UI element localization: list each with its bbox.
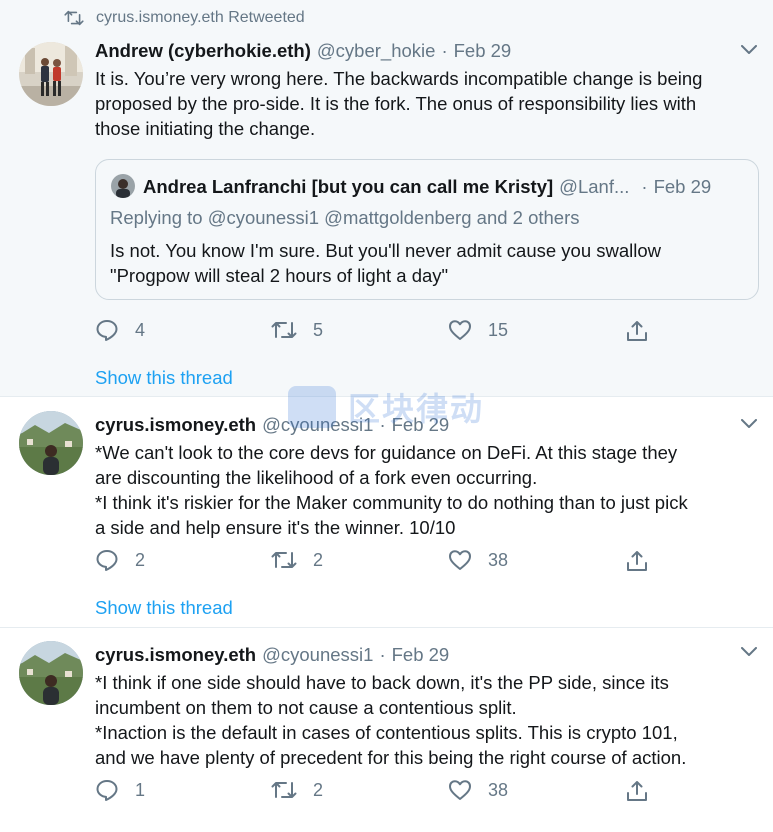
share-button[interactable]	[625, 319, 665, 343]
separator-dot: ·	[641, 176, 648, 197]
author-handle[interactable]: @cyber_hokie	[317, 40, 436, 62]
retweet-icon	[271, 782, 297, 798]
tweet-date[interactable]: Feb 29	[454, 40, 512, 62]
like-icon	[449, 550, 471, 570]
retweet-count: 2	[313, 779, 324, 800]
tweet-actions: 4 5 15	[95, 319, 665, 349]
caret-down-icon[interactable]	[741, 45, 757, 55]
reply-count: 2	[135, 549, 146, 570]
quoted-tweet[interactable]: Andrea Lanfranchi [but you can call me K…	[95, 159, 759, 300]
quoted-author-handle[interactable]: @Lanf...	[559, 176, 629, 198]
tweet-actions: 2 2 38	[95, 549, 665, 579]
tweet-text-line: proposed by the pro-side. It is the fork…	[95, 93, 697, 114]
tweet-text: *We can't look to the core devs for guid…	[95, 440, 757, 540]
like-count: 38	[488, 779, 509, 800]
like-icon	[449, 320, 471, 340]
show-thread-link[interactable]: Show this thread	[95, 597, 233, 619]
tweet-1[interactable]: cyrus.ismoney.eth Retweeted Andrew (cybe…	[0, 0, 773, 396]
quoted-author-name[interactable]: Andrea Lanfranchi [but you can call me K…	[143, 176, 553, 198]
share-button[interactable]	[625, 779, 665, 803]
author-handle[interactable]: @cyounessi1	[262, 414, 373, 436]
tweet-header: cyrus.ismoney.eth @cyounessi1 · Feb 29	[95, 414, 449, 436]
tweet-text: It is. You’re very wrong here. The backw…	[95, 66, 757, 141]
tweet-2[interactable]: cyrus.ismoney.eth @cyounessi1 · Feb 29 *…	[0, 396, 773, 627]
tweet-actions: 1 2 38	[95, 779, 665, 809]
reply-icon	[96, 550, 118, 571]
retweet-button[interactable]: 5	[271, 319, 323, 341]
share-button[interactable]	[625, 549, 665, 573]
quoted-header: Andrea Lanfranchi [but you can call me K…	[143, 176, 711, 198]
like-button[interactable]: 38	[448, 779, 508, 801]
quoted-avatar[interactable]	[111, 174, 135, 198]
avatar[interactable]	[19, 641, 83, 705]
like-count: 15	[488, 319, 509, 340]
like-count: 38	[488, 549, 509, 570]
separator-dot: ·	[441, 40, 448, 61]
tweet-3[interactable]: cyrus.ismoney.eth @cyounessi1 · Feb 29 *…	[0, 627, 773, 832]
tweet-text-line: *We can't look to the core devs for guid…	[95, 442, 678, 463]
avatar[interactable]	[19, 411, 83, 475]
tweet-text-line: those initiating the change.	[95, 118, 316, 139]
reply-icon	[96, 780, 118, 801]
quoted-date[interactable]: Feb 29	[654, 176, 712, 198]
avatar[interactable]	[19, 42, 83, 106]
caret-down-icon[interactable]	[741, 647, 757, 657]
tweet-text-line: and we have plenty of precedent for this…	[95, 747, 687, 768]
like-icon	[449, 780, 471, 800]
retweet-icon	[271, 322, 297, 338]
quoted-text: Is not. You know I'm sure. But you'll ne…	[110, 238, 740, 288]
tweet-text-line: *I think if one side should have to back…	[95, 672, 669, 693]
retweet-button[interactable]: 2	[271, 549, 323, 571]
quoted-text-line: Is not. You know I'm sure. But you'll ne…	[110, 240, 662, 261]
quoted-text-line: "Progpow will steal 2 hours of light a d…	[110, 265, 449, 286]
author-handle[interactable]: @cyounessi1	[262, 644, 373, 666]
share-icon	[627, 321, 647, 341]
reply-button[interactable]: 4	[95, 319, 145, 341]
reply-count: 1	[135, 779, 146, 800]
retweet-button[interactable]: 2	[271, 779, 323, 801]
tweet-text-line: a side and help ensure it's the winner. …	[95, 517, 456, 538]
show-thread-link[interactable]: Show this thread	[95, 367, 233, 389]
retweet-context-label[interactable]: cyrus.ismoney.eth Retweeted	[96, 9, 305, 27]
tweet-date[interactable]: Feb 29	[392, 414, 450, 436]
tweet-text-line: *I think it's riskier for the Maker comm…	[95, 492, 688, 513]
replying-to[interactable]: Replying to @cyounessi1 @mattgoldenberg …	[110, 207, 580, 229]
tweet-header: cyrus.ismoney.eth @cyounessi1 · Feb 29	[95, 644, 449, 666]
retweet-count: 5	[313, 319, 324, 340]
tweet-text-line: It is. You’re very wrong here. The backw…	[95, 68, 703, 89]
author-name[interactable]: Andrew (cyberhokie.eth)	[95, 40, 311, 62]
tweet-date[interactable]: Feb 29	[392, 644, 450, 666]
retweet-count: 2	[313, 549, 324, 570]
reply-icon	[96, 320, 118, 341]
like-button[interactable]: 15	[448, 319, 508, 341]
tweet-text-line: *Inaction is the default in cases of con…	[95, 722, 678, 743]
separator-dot: ·	[379, 644, 386, 665]
tweet-text: *I think if one side should have to back…	[95, 670, 757, 770]
caret-down-icon[interactable]	[741, 419, 757, 429]
like-button[interactable]: 38	[448, 549, 508, 571]
author-name[interactable]: cyrus.ismoney.eth	[95, 414, 256, 436]
reply-button[interactable]: 1	[95, 779, 145, 801]
share-icon	[627, 551, 647, 571]
retweet-icon	[64, 10, 84, 26]
tweet-text-line: incumbent on them to not cause a content…	[95, 697, 517, 718]
retweet-icon	[271, 552, 297, 568]
tweet-text-line: are discounting the likelihood of a fork…	[95, 467, 538, 488]
tweet-header: Andrew (cyberhokie.eth) @cyber_hokie · F…	[95, 40, 511, 62]
reply-count: 4	[135, 319, 146, 340]
separator-dot: ·	[379, 414, 386, 435]
share-icon	[627, 781, 647, 801]
author-name[interactable]: cyrus.ismoney.eth	[95, 644, 256, 666]
reply-button[interactable]: 2	[95, 549, 145, 571]
retweet-context: cyrus.ismoney.eth Retweeted	[64, 9, 305, 27]
